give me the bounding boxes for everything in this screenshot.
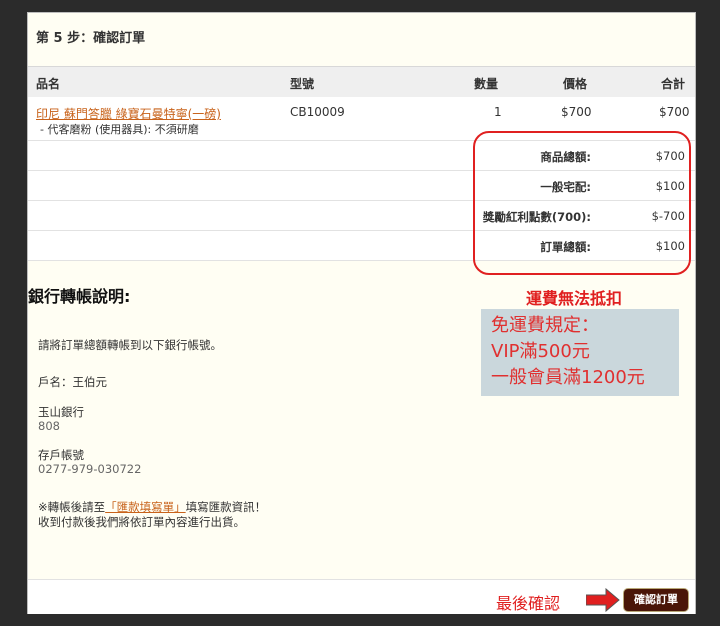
free-shipping-rules: 免運費規定： VIP滿500元 一般會員滿1200元 (481, 309, 679, 396)
product-qty: 1 (494, 105, 502, 119)
col-product-name: 品名 (36, 77, 61, 91)
bank-account-name: 戶名：王伯元 (38, 375, 107, 389)
bank-after-line2: 收到付款後我們將依訂單內容進行出貨。 (38, 515, 245, 529)
remittance-form-link[interactable]: 「匯款填寫單」 (105, 500, 186, 514)
product-total: $700 (659, 105, 690, 119)
bank-after-note: ※轉帳後請至「匯款填寫單」填寫匯款資訊！ (38, 499, 266, 515)
final-confirm-label: 最後確認 (496, 594, 561, 613)
bank-transfer-title: 銀行轉帳說明: (28, 287, 131, 306)
bank-after-prefix: ※轉帳後請至 (38, 500, 106, 514)
col-qty: 數量 (474, 77, 499, 91)
free-rule-member: 一般會員滿1200元 (491, 367, 645, 388)
bank-name: 玉山銀行 (38, 405, 84, 419)
table-header: 品名 型號 數量 價格 合計 (28, 66, 695, 98)
product-option: - 代客磨粉 (使用器具): 不須研磨 (40, 123, 199, 136)
product-link[interactable]: 印尼 蘇門答臘 綠寶石曼特寧(一磅) (36, 105, 221, 122)
bank-intro: 請將訂單總額轉帳到以下銀行帳號。 (38, 338, 222, 352)
confirm-order-button[interactable]: 確認訂單 (623, 588, 689, 612)
shipping-not-deductible-note: 運費無法抵扣 (526, 289, 623, 308)
summary-highlight-oval (473, 131, 691, 275)
bank-code: 808 (38, 419, 60, 433)
step-title: 第 5 步：確認訂單 (36, 31, 146, 46)
col-price: 價格 (563, 77, 588, 91)
product-price: $700 (561, 105, 592, 119)
product-model: CB10009 (290, 105, 345, 119)
bank-after-suffix: 填寫匯款資訊！ (185, 500, 267, 514)
bank-account-label: 存戶帳號 (38, 448, 84, 462)
col-model: 型號 (290, 77, 315, 91)
arrow-right-icon (586, 588, 620, 612)
free-rule-title: 免運費規定： (491, 315, 599, 336)
col-total: 合計 (661, 77, 686, 91)
bank-account-number: 0277-979-030722 (38, 462, 142, 476)
checkout-panel: 第 5 步：確認訂單 品名 型號 數量 價格 合計 印尼 蘇門答臘 綠寶石曼特寧… (27, 12, 696, 614)
footer-actions: 最後確認 確認訂單 (28, 579, 695, 614)
free-rule-vip: VIP滿500元 (491, 341, 590, 362)
